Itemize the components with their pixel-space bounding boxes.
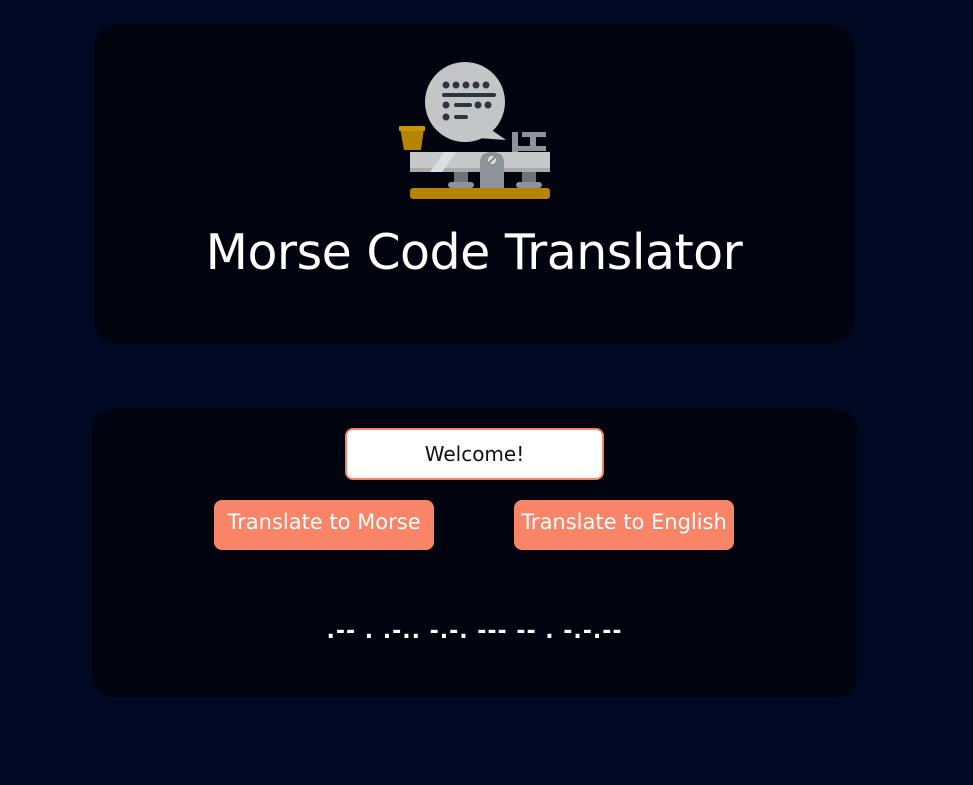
translation-output: .-- . .-.. -.-. --- -- . -.-.-- bbox=[326, 619, 623, 644]
telegraph-key-icon bbox=[399, 62, 550, 199]
app-title: Morse Code Translator bbox=[205, 224, 743, 281]
text-input[interactable] bbox=[345, 428, 604, 480]
translate-to-english-button[interactable]: Translate to English bbox=[514, 500, 734, 550]
translate-to-morse-button[interactable]: Translate to Morse bbox=[214, 500, 434, 550]
